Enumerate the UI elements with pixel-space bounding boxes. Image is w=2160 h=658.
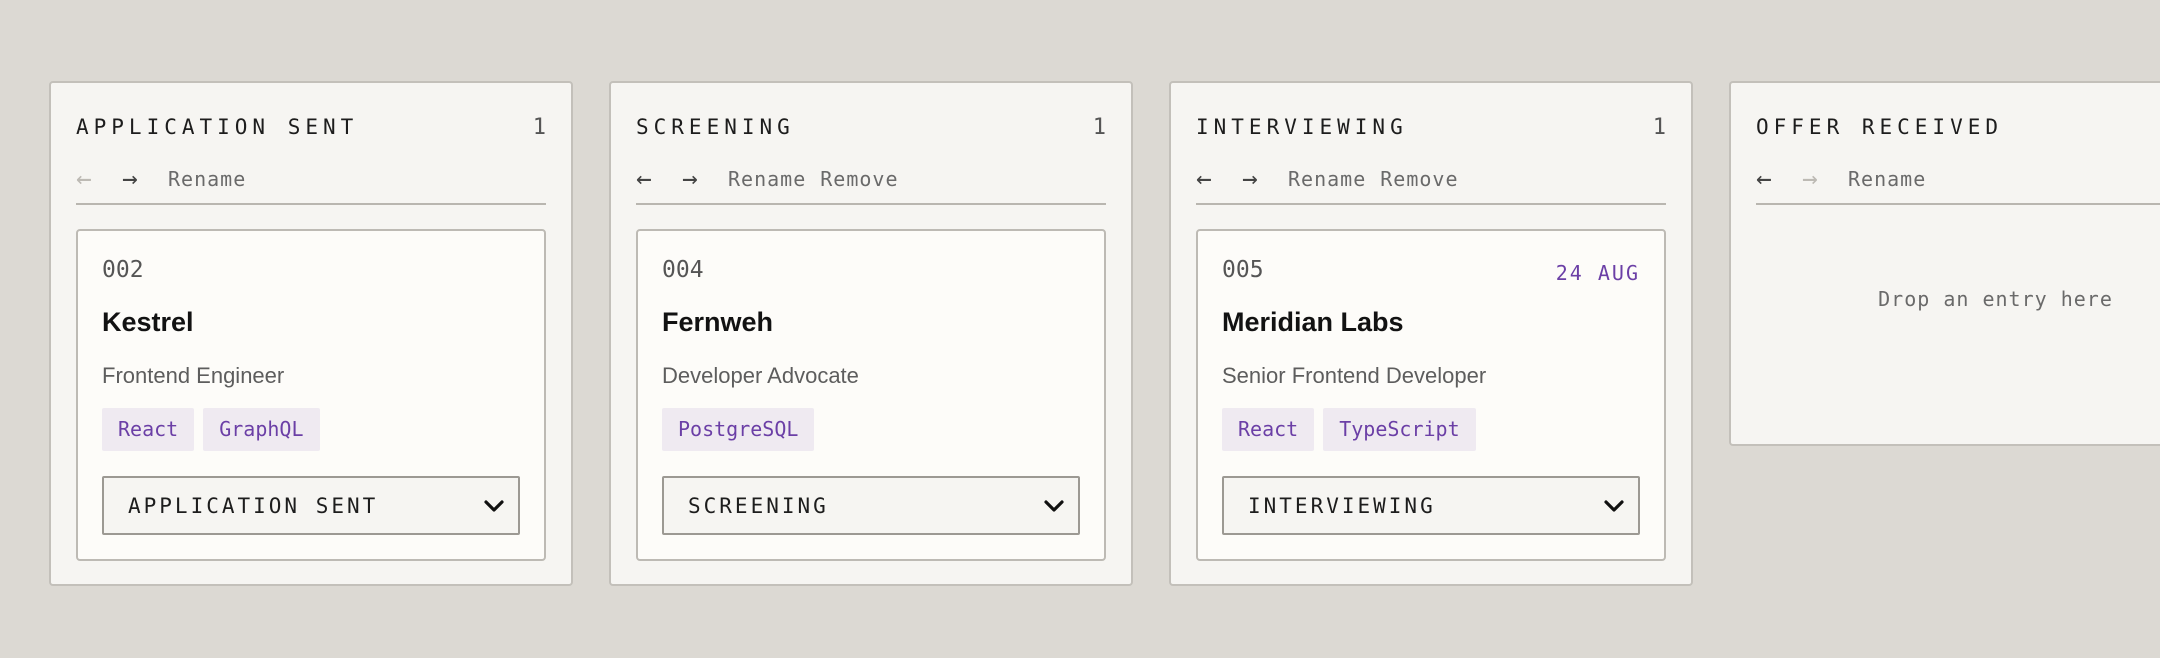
kanban-board: APPLICATION SENT 1 ← → Rename 002 Kestre… [0, 0, 2160, 658]
status-select-value: APPLICATION SENT [128, 493, 379, 518]
card-tags: React GraphQL [102, 408, 320, 451]
column-count: 1 [1652, 114, 1666, 140]
move-right-arrow-icon[interactable]: → [1242, 166, 1274, 192]
status-select[interactable]: INTERVIEWING [1222, 476, 1640, 535]
column-header: OFFER RECEIVED [1756, 109, 2160, 145]
column-count: 1 [1092, 114, 1106, 140]
drop-zone-text: Drop an entry here [1878, 287, 2113, 311]
move-left-arrow-icon: ← [76, 164, 92, 194]
move-left-arrow-icon[interactable]: ← [1196, 166, 1228, 192]
column-title[interactable]: APPLICATION SENT [76, 115, 358, 139]
move-left-arrow-icon[interactable]: ← [1756, 166, 1788, 192]
column-divider [1756, 203, 2160, 205]
column-title[interactable]: SCREENING [636, 115, 795, 139]
job-card[interactable]: 002 Kestrel Frontend Engineer React Grap… [76, 229, 546, 561]
card-id: 005 [1222, 257, 1264, 283]
card-id: 002 [102, 257, 144, 283]
status-select[interactable]: APPLICATION SENT [102, 476, 520, 535]
chevron-down-icon [484, 499, 504, 512]
column-application-sent: APPLICATION SENT 1 ← → Rename 002 Kestre… [49, 81, 573, 586]
column-header: INTERVIEWING 1 [1196, 109, 1666, 145]
job-card[interactable]: 005 24 AUG Meridian Labs Senior Frontend… [1196, 229, 1666, 561]
rename-button[interactable]: Rename [1848, 167, 1926, 191]
card-company: Fernweh [662, 307, 774, 337]
chevron-down-icon [1604, 499, 1624, 512]
move-right-arrow-icon[interactable]: → [122, 166, 154, 192]
tag: TypeScript [1323, 408, 1476, 451]
column-divider [636, 203, 1106, 205]
rename-button[interactable]: Rename [1288, 167, 1366, 191]
move-right-arrow-icon[interactable]: → [682, 166, 714, 192]
status-select[interactable]: SCREENING [662, 476, 1080, 535]
tag: React [1222, 408, 1315, 451]
card-tags: PostgreSQL [662, 408, 815, 451]
card-company: Kestrel [102, 307, 194, 337]
column-header: SCREENING 1 [636, 109, 1106, 145]
column-header: APPLICATION SENT 1 [76, 109, 546, 145]
drop-zone[interactable]: Drop an entry here [1731, 229, 2160, 369]
job-card[interactable]: 004 Fernweh Developer Advocate PostgreSQ… [636, 229, 1106, 561]
rename-button[interactable]: Rename [728, 167, 806, 191]
remove-button[interactable]: Remove [820, 167, 898, 191]
card-company: Meridian Labs [1222, 307, 1404, 337]
column-screening: SCREENING 1 ← → Rename Remove 004 Fernwe… [609, 81, 1133, 586]
column-title[interactable]: OFFER RECEIVED [1756, 115, 2003, 139]
chevron-down-icon [1044, 499, 1064, 512]
card-role: Frontend Engineer [102, 363, 285, 388]
card-role: Developer Advocate [662, 363, 859, 388]
column-divider [1196, 203, 1666, 205]
column-count: 1 [532, 114, 546, 140]
status-select-value: SCREENING [688, 493, 829, 518]
column-actions: ← → Rename Remove [1196, 154, 1666, 204]
rename-button[interactable]: Rename [168, 167, 246, 191]
column-divider [76, 203, 546, 205]
tag: React [102, 408, 195, 451]
tag: PostgreSQL [662, 408, 815, 451]
move-left-arrow-icon[interactable]: ← [636, 166, 668, 192]
remove-button[interactable]: Remove [1380, 167, 1458, 191]
move-right-arrow-icon: → [1802, 164, 1818, 194]
card-tags: React TypeScript [1222, 408, 1476, 451]
tag: GraphQL [203, 408, 320, 451]
card-date: 24 AUG [1555, 261, 1640, 285]
card-id: 004 [662, 257, 704, 283]
column-actions: ← → Rename [1756, 154, 2135, 204]
card-role: Senior Frontend Developer [1222, 363, 1487, 388]
column-title[interactable]: INTERVIEWING [1196, 115, 1408, 139]
status-select-value: INTERVIEWING [1248, 493, 1436, 518]
column-interviewing: INTERVIEWING 1 ← → Rename Remove 005 24 … [1169, 81, 1693, 586]
column-offer-received: OFFER RECEIVED ← → Rename Drop an entry … [1729, 81, 2160, 446]
column-actions: ← → Rename [76, 154, 546, 204]
column-actions: ← → Rename Remove [636, 154, 1106, 204]
